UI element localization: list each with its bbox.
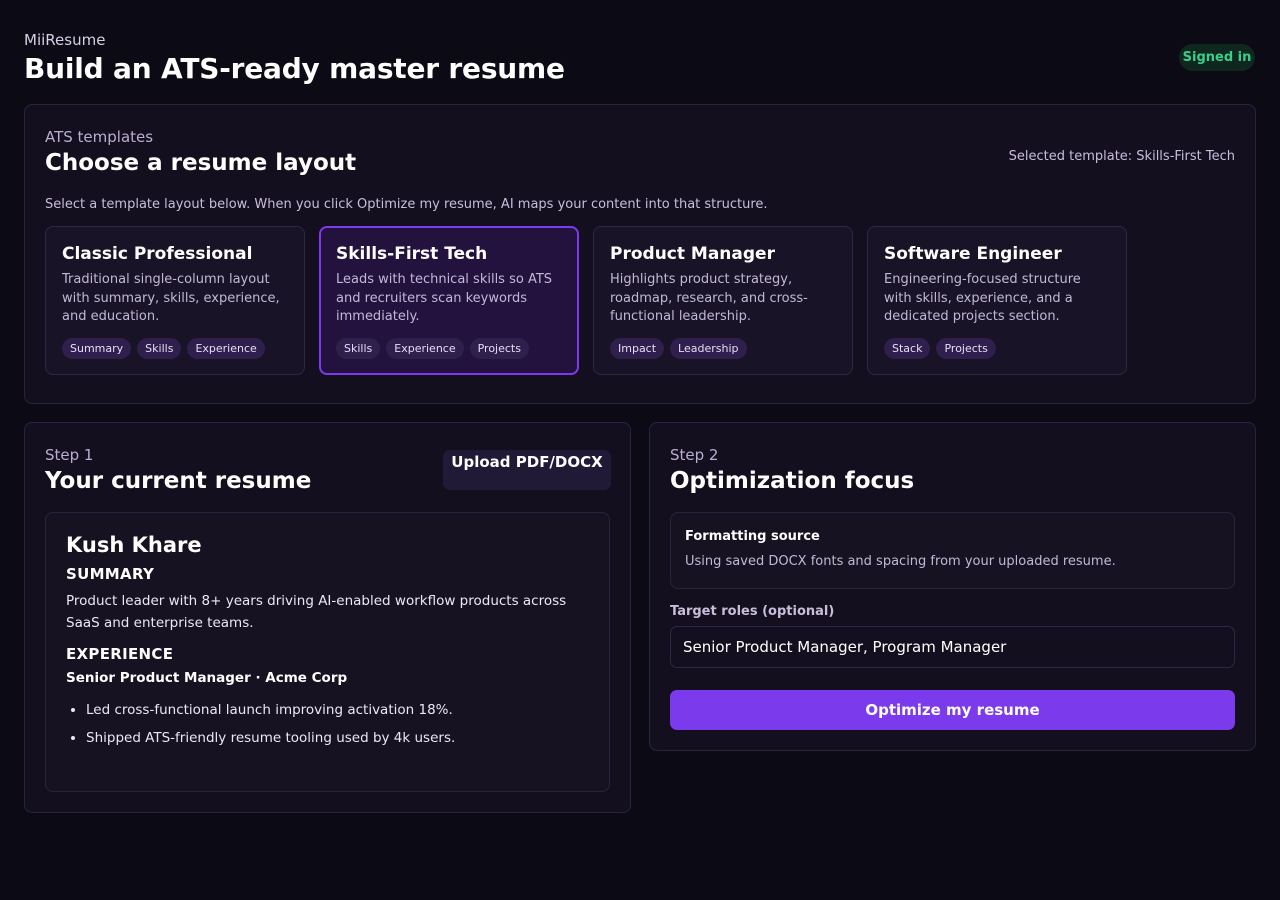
template-card-description: Leads with technical skills so ATS and r… [336, 272, 553, 324]
step1-title: Your current resume [45, 468, 312, 494]
template-card-title: Software Engineer [884, 244, 1062, 264]
step2-title: Optimization focus [670, 468, 915, 494]
step1-eyebrow: Step 1 [45, 446, 94, 464]
optimization-panel: Step 2 Optimization focus Formatting sou… [649, 422, 1256, 751]
template-card-tags: Stack Projects [884, 337, 1110, 359]
template-card-skills-first-tech[interactable]: Skills-First Tech Leads with technical s… [319, 226, 579, 375]
brand-name: MiiResume [24, 31, 106, 49]
template-tag: Experience [187, 337, 265, 359]
templates-title: Choose a resume layout [45, 150, 357, 176]
resume-candidate-name: Kush Khare [66, 533, 202, 557]
template-card-tags: Impact Leadership [610, 337, 836, 359]
template-card-tags: Skills Experience Projects [336, 337, 562, 359]
template-card-description: Engineering-focused structure with skill… [884, 272, 1081, 324]
template-tag: Impact [610, 337, 665, 359]
target-roles-input[interactable] [670, 626, 1235, 668]
templates-eyebrow: ATS templates [45, 128, 154, 146]
template-tag: Skills [336, 337, 381, 359]
template-card-title: Classic Professional [62, 244, 253, 264]
template-card-product-manager[interactable]: Product Manager Highlights product strat… [593, 226, 853, 375]
template-tag: Projects [469, 337, 529, 359]
template-card-title: Product Manager [610, 244, 775, 264]
selected-template-label: Selected template: Skills-First Tech [1008, 149, 1235, 164]
resume-bullet: Led cross-functional launch improving ac… [86, 696, 589, 724]
templates-panel: ATS templates Choose a resume layout Sel… [24, 104, 1256, 404]
template-card-software-engineer[interactable]: Software Engineer Engineering-focused st… [867, 226, 1127, 375]
template-card-tags: Summary Skills Experience [62, 337, 288, 359]
template-tag: Projects [936, 337, 996, 359]
template-tag: Summary [62, 337, 132, 359]
upload-resume-button[interactable]: Upload PDF/DOCX [443, 450, 611, 490]
resume-role-title: Senior Product Manager · Acme Corp [66, 670, 348, 686]
app-root: MiiResume Build an ATS-ready master resu… [0, 0, 1280, 900]
target-roles-label: Target roles (optional) [670, 604, 835, 619]
page-title: Build an ATS-ready master resume [24, 52, 565, 85]
step2-eyebrow: Step 2 [670, 446, 719, 464]
template-card-classic-professional[interactable]: Classic Professional Traditional single-… [45, 226, 305, 375]
optimize-resume-button[interactable]: Optimize my resume [670, 690, 1235, 730]
templates-help-text: Select a template layout below. When you… [45, 197, 768, 212]
template-tag: Leadership [670, 337, 747, 359]
signed-in-badge: Signed in [1179, 44, 1255, 71]
resume-experience-heading: EXPERIENCE [66, 645, 174, 663]
resume-bullet: Shipped ATS-friendly resume tooling used… [86, 724, 589, 752]
template-tag: Stack [884, 337, 931, 359]
template-card-description: Traditional single-column layout with su… [62, 272, 280, 324]
template-tag: Skills [137, 337, 182, 359]
template-card-description: Highlights product strategy, roadmap, re… [610, 272, 808, 324]
formatting-source-title: Formatting source [685, 529, 820, 544]
template-card-title: Skills-First Tech [336, 244, 488, 264]
resume-summary-heading: SUMMARY [66, 565, 155, 583]
template-tag: Experience [386, 337, 464, 359]
resume-preview: Kush Khare SUMMARY Product leader with 8… [45, 512, 610, 792]
current-resume-panel: Step 1 Your current resume Upload PDF/DO… [24, 422, 631, 813]
resume-summary-text: Product leader with 8+ years driving AI-… [66, 593, 567, 631]
resume-bullet-list: Led cross-functional launch improving ac… [66, 696, 589, 752]
formatting-source-box: Formatting source Using saved DOCX fonts… [670, 512, 1235, 589]
formatting-source-description: Using saved DOCX fonts and spacing from … [685, 554, 1116, 569]
